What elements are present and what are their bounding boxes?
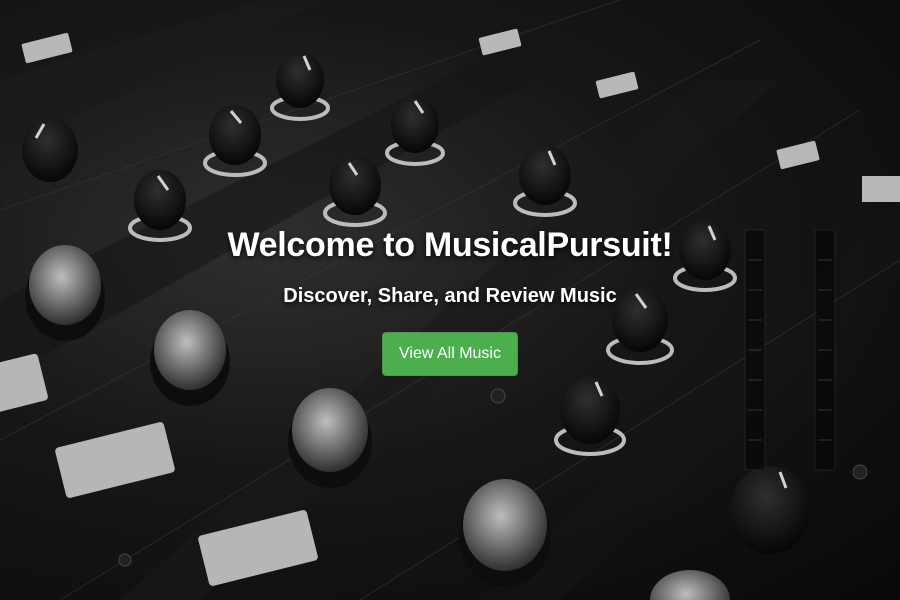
view-all-music-button[interactable]: View All Music (382, 332, 518, 376)
hero-title: Welcome to MusicalPursuit! (227, 226, 673, 264)
hero-content: Welcome to MusicalPursuit! Discover, Sha… (0, 226, 900, 376)
hero-subtitle: Discover, Share, and Review Music (283, 285, 617, 307)
hero-section: Welcome to MusicalPursuit! Discover, Sha… (0, 0, 900, 600)
